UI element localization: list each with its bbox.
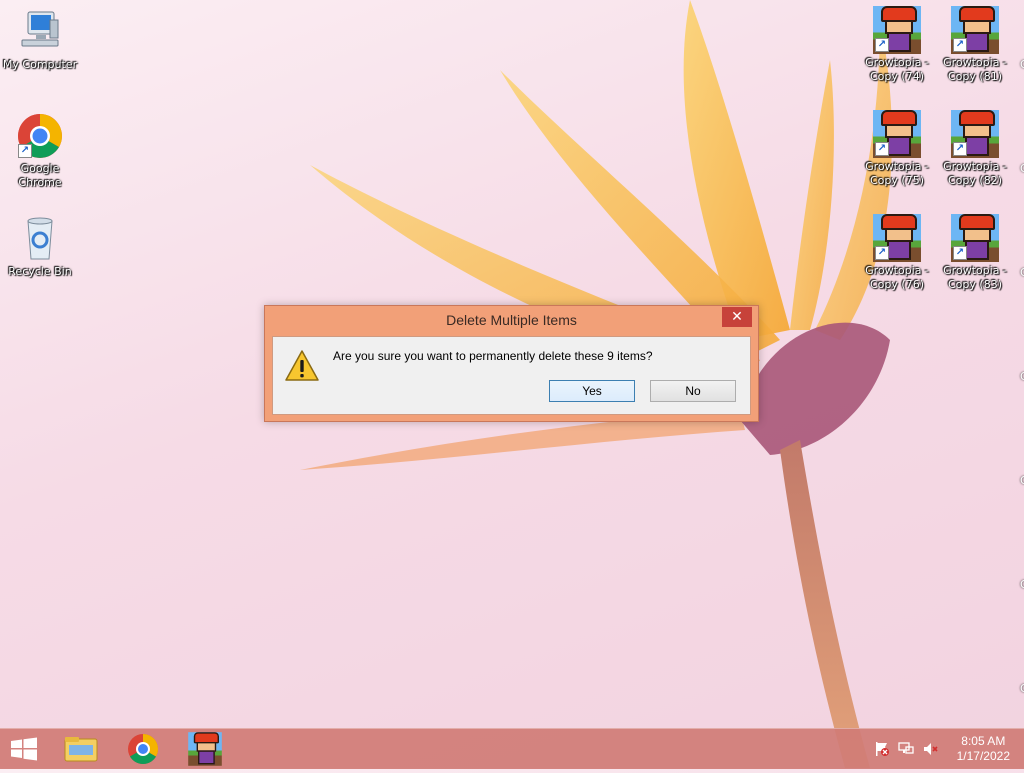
chrome-icon: ↗ (16, 112, 64, 160)
computer-icon (16, 8, 64, 56)
shortcut-arrow-icon: ↗ (875, 38, 889, 52)
desktop-icon-label: Google Chrome (18, 162, 62, 189)
clock[interactable]: 8:05 AM 1/17/2022 (957, 734, 1010, 764)
shortcut-arrow-icon: ↗ (953, 246, 967, 260)
desktop-icon-label: Growtopia - Copy (74) (865, 56, 929, 83)
file-explorer-icon (64, 737, 98, 762)
desktop-icon-label: Recycle Bin (8, 265, 72, 278)
offscreen-icon-edge: G (1020, 474, 1024, 487)
desktop-icon-recycle-bin[interactable]: Recycle Bin (0, 215, 80, 279)
shortcut-arrow-icon: ↗ (953, 142, 967, 156)
desktop-icon-growtopia-83[interactable]: ↗ Growtopia - Copy (83) (935, 214, 1015, 292)
desktop-icon-label: Growtopia - Copy (83) (943, 264, 1007, 291)
desktop-icon-google-chrome[interactable]: ↗ Google Chrome (0, 112, 80, 190)
desktop-icon-label: Growtopia - Copy (76) (865, 264, 929, 291)
growtopia-icon: ↗ (873, 214, 921, 262)
desktop-icon-label: Growtopia - Copy (75) (865, 160, 929, 187)
taskbar: 8:05 AM 1/17/2022 (0, 728, 1024, 769)
recycle-bin-icon (16, 215, 64, 263)
start-button[interactable] (0, 729, 58, 769)
dialog-message: Are you sure you want to permanently del… (333, 349, 653, 363)
growtopia-icon: ↗ (951, 214, 999, 262)
growtopia-icon: ↗ (951, 110, 999, 158)
no-button[interactable]: No (650, 380, 736, 402)
offscreen-icon-edge: G (1020, 162, 1024, 175)
taskbar-file-explorer[interactable] (52, 729, 110, 769)
warning-icon (284, 349, 320, 383)
yes-button[interactable]: Yes (549, 380, 635, 402)
desktop-icon-growtopia-81[interactable]: ↗ Growtopia - Copy (81) (935, 6, 1015, 84)
close-button[interactable]: ✕ (722, 307, 752, 327)
shortcut-arrow-icon: ↗ (18, 144, 32, 158)
shortcut-arrow-icon: ↗ (875, 246, 889, 260)
clock-time: 8:05 AM (961, 734, 1006, 748)
offscreen-icon-edge: G (1020, 682, 1024, 695)
growtopia-icon: ↗ (873, 6, 921, 54)
desktop-icon-growtopia-82[interactable]: ↗ Growtopia - Copy (82) (935, 110, 1015, 188)
dialog-content: Are you sure you want to permanently del… (272, 336, 751, 415)
windows-logo-icon (11, 737, 37, 761)
offscreen-icon-edge: G (1020, 578, 1024, 591)
growtopia-icon: ↗ (951, 6, 999, 54)
shortcut-arrow-icon: ↗ (953, 38, 967, 52)
action-center-flag-icon[interactable] (874, 741, 890, 757)
shortcut-arrow-icon: ↗ (875, 142, 889, 156)
desktop-icon-label: My Computer (2, 58, 78, 71)
dialog-title: Delete Multiple Items (446, 312, 577, 328)
desktop-icon-growtopia-75[interactable]: ↗ Growtopia - Copy (75) (857, 110, 937, 188)
desktop-icon-growtopia-76[interactable]: ↗ Growtopia - Copy (76) (857, 214, 937, 292)
clock-date: 1/17/2022 (956, 749, 1010, 763)
volume-muted-icon[interactable] (922, 741, 938, 757)
desktop-icon-label: Growtopia - Copy (82) (943, 160, 1007, 187)
growtopia-icon: ↗ (873, 110, 921, 158)
growtopia-icon (188, 732, 222, 766)
offscreen-icon-edge: G (1020, 58, 1024, 71)
taskbar-growtopia[interactable] (176, 729, 234, 769)
offscreen-icon-edge: G (1020, 266, 1024, 279)
taskbar-chrome[interactable] (114, 729, 172, 769)
chrome-icon (128, 734, 159, 765)
delete-confirmation-dialog: Delete Multiple Items ✕ Are you sure you… (264, 305, 759, 422)
desktop-icon-growtopia-74[interactable]: ↗ Growtopia - Copy (74) (857, 6, 937, 84)
offscreen-icon-edge: G (1020, 370, 1024, 383)
desktop-icon-my-computer[interactable]: My Computer (0, 8, 80, 72)
network-icon[interactable] (898, 741, 914, 757)
desktop-icon-label: Growtopia - Copy (81) (943, 56, 1007, 83)
